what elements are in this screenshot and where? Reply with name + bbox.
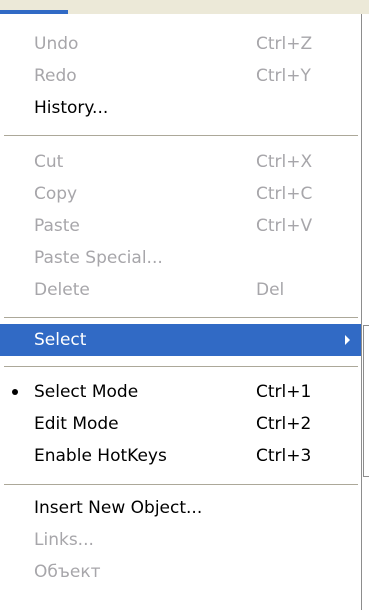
menu-item-cut: Cut Ctrl+X	[0, 146, 361, 178]
menu-item-object: Объект	[0, 556, 361, 588]
menu-separator	[4, 317, 358, 318]
menu-separator	[4, 135, 358, 136]
submenu-panel-edge	[363, 325, 369, 477]
menu-item-shortcut: Del	[256, 280, 285, 300]
menu-item-label: Select	[34, 330, 87, 350]
menu-item-label: Edit Mode	[34, 414, 119, 434]
menu-item-label: Redo	[34, 66, 77, 86]
menu-item-history[interactable]: History...	[0, 92, 361, 124]
radio-bullet-icon	[12, 389, 18, 395]
menu-item-label: Cut	[34, 152, 64, 172]
menu-item-label: Delete	[34, 280, 90, 300]
menu-item-paste: Paste Ctrl+V	[0, 210, 361, 242]
menu-item-label: Объект	[34, 562, 101, 582]
menu-item-shortcut: Ctrl+Z	[256, 34, 313, 54]
menu-item-redo: Redo Ctrl+Y	[0, 60, 361, 92]
menu-item-label: Paste Special...	[34, 248, 163, 268]
menu-item-shortcut: Ctrl+C	[256, 184, 313, 204]
menu-item-label: Copy	[34, 184, 78, 204]
menu-item-select-mode[interactable]: Select Mode Ctrl+1	[0, 376, 361, 408]
menu-item-copy: Copy Ctrl+C	[0, 178, 361, 210]
menu-item-links: Links...	[0, 524, 361, 556]
menu-item-label: Insert New Object...	[34, 498, 203, 518]
menu-item-paste-special: Paste Special...	[0, 242, 361, 274]
menu-separator	[4, 484, 358, 485]
menu-item-label: Links...	[34, 530, 94, 550]
submenu-arrow-icon	[345, 335, 350, 345]
menu-item-shortcut: Ctrl+2	[256, 414, 312, 434]
menu-item-label: Undo	[34, 34, 79, 54]
menu-item-edit-mode[interactable]: Edit Mode Ctrl+2	[0, 408, 361, 440]
menu-bar	[0, 0, 369, 14]
menu-item-shortcut: Ctrl+1	[256, 382, 312, 402]
menu-item-shortcut: Ctrl+Y	[256, 66, 311, 86]
menu-item-label: History...	[34, 98, 109, 118]
menu-item-undo: Undo Ctrl+Z	[0, 28, 361, 60]
menu-item-shortcut: Ctrl+3	[256, 446, 312, 466]
menu-item-enable-hotkeys[interactable]: Enable HotKeys Ctrl+3	[0, 440, 361, 472]
menu-item-label: Select Mode	[34, 382, 139, 402]
menu-item-label: Enable HotKeys	[34, 446, 167, 466]
menu-item-shortcut: Ctrl+X	[256, 152, 313, 172]
edit-context-menu: Undo Ctrl+Z Redo Ctrl+Y History... Cut C…	[0, 14, 362, 610]
menu-item-select[interactable]: Select	[0, 324, 361, 356]
menu-item-label: Paste	[34, 216, 80, 236]
menu-item-shortcut: Ctrl+V	[256, 216, 313, 236]
menu-item-insert-new-object[interactable]: Insert New Object...	[0, 492, 361, 524]
menu-separator	[4, 366, 358, 367]
menu-item-delete: Delete Del	[0, 274, 361, 306]
